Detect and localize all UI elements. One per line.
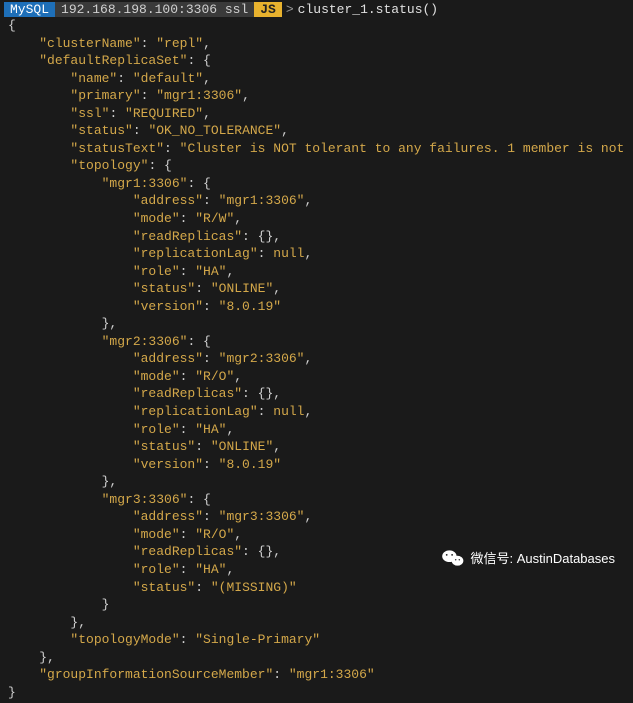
js-badge: JS xyxy=(254,2,282,17)
command-text: cluster_1.status() xyxy=(298,2,438,17)
host-badge: 192.168.198.100:3306 ssl xyxy=(55,2,254,17)
output-block: { "clusterName": "repl", "defaultReplica… xyxy=(4,17,629,701)
watermark-label: 微信号: AustinDatabases xyxy=(470,548,615,567)
prompt-line[interactable]: MySQL 192.168.198.100:3306 ssl JS > clus… xyxy=(4,2,629,17)
wechat-icon xyxy=(442,549,464,567)
terminal: MySQL 192.168.198.100:3306 ssl JS > clus… xyxy=(0,0,633,703)
prompt-arrow: > xyxy=(286,2,294,17)
mysql-badge: MySQL xyxy=(4,2,55,17)
watermark: 微信号: AustinDatabases xyxy=(442,548,615,567)
